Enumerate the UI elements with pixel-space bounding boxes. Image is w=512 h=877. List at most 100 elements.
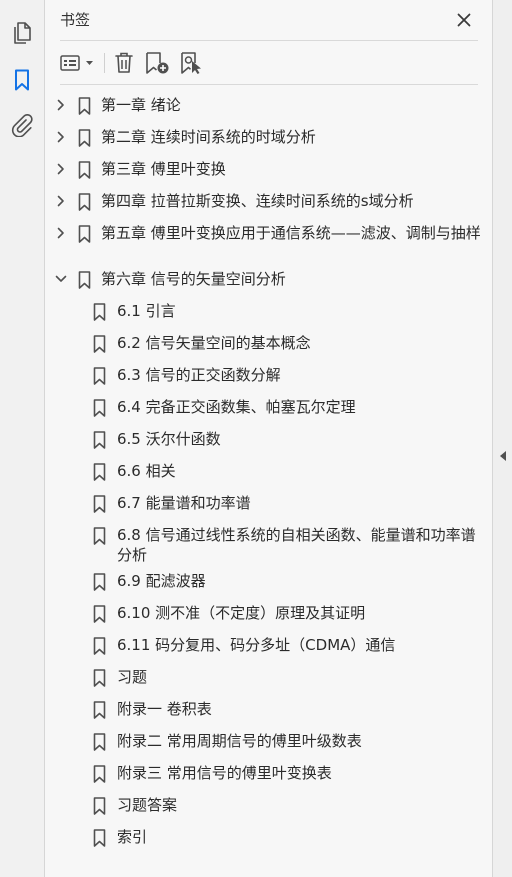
bookmarks-toolbar (45, 44, 492, 84)
bookmark-icon (93, 573, 106, 591)
new-bookmark-icon (146, 52, 169, 74)
bookmark-item[interactable]: 6.11 码分复用、码分多址（CDMA）通信 (45, 632, 492, 664)
bookmark-item[interactable]: 第五章 傅里叶变换应用于通信系统——滤波、调制与抽样 (45, 220, 492, 266)
bookmark-item[interactable]: 第六章 信号的矢量空间分析 (45, 266, 492, 298)
bookmark-item[interactable]: 6.4 完备正交函数集、帕塞瓦尔定理 (45, 394, 492, 426)
bookmark-icon (93, 765, 106, 783)
bookmark-label: 6.2 信号矢量空间的基本概念 (117, 334, 311, 352)
bookmark-icon (93, 637, 106, 655)
bookmarks-icon[interactable] (9, 67, 35, 93)
bookmark-from-selection-button[interactable] (179, 50, 205, 76)
chevron-right-icon[interactable] (54, 130, 68, 144)
bookmark-item[interactable]: 附录二 常用周期信号的傅里叶级数表 (45, 728, 492, 760)
bookmark-item[interactable]: 6.6 相关 (45, 458, 492, 490)
bookmark-icon (78, 225, 91, 243)
bookmark-label: 附录一 卷积表 (117, 700, 212, 718)
collapse-panel-handle[interactable] (499, 451, 507, 461)
bookmark-icon (93, 527, 106, 545)
bookmark-item[interactable]: 第四章 拉普拉斯变换、连续时间系统的s域分析 (45, 188, 492, 220)
chevron-right-icon[interactable] (54, 162, 68, 176)
bookmark-label: 6.11 码分复用、码分多址（CDMA）通信 (117, 636, 396, 654)
bookmark-item[interactable]: 6.5 沃尔什函数 (45, 426, 492, 458)
bookmark-icon (93, 367, 106, 385)
chevron-right-icon[interactable] (54, 194, 68, 208)
bookmark-icon (93, 431, 106, 449)
bookmark-icon (78, 161, 91, 179)
bookmark-item[interactable]: 第二章 连续时间系统的时域分析 (45, 124, 492, 156)
bookmark-label: 第三章 傅里叶变换 (101, 160, 226, 178)
bookmark-item[interactable]: 6.3 信号的正交函数分解 (45, 362, 492, 394)
bookmark-item[interactable]: 附录一 卷积表 (45, 696, 492, 728)
bookmark-label: 索引 (117, 828, 148, 846)
bookmark-icon (93, 797, 106, 815)
bookmark-item[interactable]: 6.9 配滤波器 (45, 568, 492, 600)
bookmark-label: 附录二 常用周期信号的傅里叶级数表 (117, 732, 362, 750)
bookmark-label: 6.3 信号的正交函数分解 (117, 366, 281, 384)
attachments-icon[interactable] (9, 112, 35, 138)
bookmark-label: 习题答案 (117, 796, 178, 814)
bookmark-label: 6.6 相关 (117, 462, 176, 480)
panel-title: 书签 (60, 11, 91, 29)
bookmark-label: 6.5 沃尔什函数 (117, 430, 221, 448)
bookmark-label: 6.9 配滤波器 (117, 572, 206, 590)
bookmark-item[interactable]: 6.10 测不准（不定度）原理及其证明 (45, 600, 492, 632)
bookmark-label: 第五章 傅里叶变换应用于通信系统——滤波、调制与抽样 (101, 224, 481, 242)
bookmark-label: 第四章 拉普拉斯变换、连续时间系统的s域分析 (101, 192, 414, 210)
bookmark-item[interactable]: 6.2 信号矢量空间的基本概念 (45, 330, 492, 362)
bookmark-icon (78, 193, 91, 211)
close-icon (457, 13, 471, 27)
bookmark-icon (93, 701, 106, 719)
bookmark-icon (93, 605, 106, 623)
bookmark-icon (93, 669, 106, 687)
bookmark-item[interactable]: 6.8 信号通过线性系统的自相关函数、能量谱和功率谱分析 (45, 522, 492, 568)
bookmark-label: 6.10 测不准（不定度）原理及其证明 (117, 604, 366, 622)
bookmark-icon (93, 733, 106, 751)
bookmark-icon (93, 829, 106, 847)
delete-bookmark-button[interactable] (112, 50, 136, 76)
navigation-rail (0, 0, 45, 877)
bookmark-icon (78, 129, 91, 147)
bookmark-label: 第二章 连续时间系统的时域分析 (101, 128, 316, 146)
triangle-left-icon (500, 451, 506, 461)
bookmark-item[interactable]: 第三章 傅里叶变换 (45, 156, 492, 188)
document-edge-strip (492, 0, 512, 877)
bookmark-icon (93, 335, 106, 353)
new-bookmark-button[interactable] (145, 50, 171, 76)
divider (60, 84, 478, 85)
panel-header: 书签 (45, 0, 492, 40)
bookmark-icon (93, 463, 106, 481)
bookmark-item[interactable]: 第一章 绪论 (45, 92, 492, 124)
bookmark-label: 6.4 完备正交函数集、帕塞瓦尔定理 (117, 398, 356, 416)
bookmark-icon (93, 399, 106, 417)
bookmarks-panel: 书签 第一章 绪论 第二章 连续时间系统的时域分析 第三章 傅里叶变换 第四章 … (45, 0, 492, 877)
bookmark-label: 附录三 常用信号的傅里叶变换表 (117, 764, 332, 782)
toolbar-separator (104, 53, 105, 73)
bookmark-item[interactable]: 附录三 常用信号的傅里叶变换表 (45, 760, 492, 792)
bookmark-item[interactable]: 习题 (45, 664, 492, 696)
bookmark-label: 6.7 能量谱和功率谱 (117, 494, 251, 512)
bookmark-item[interactable]: 6.7 能量谱和功率谱 (45, 490, 492, 522)
list-options-icon (60, 55, 93, 71)
close-button[interactable] (453, 9, 475, 31)
divider (60, 40, 478, 41)
pages-icon[interactable] (9, 20, 35, 46)
bookmark-label: 6.8 信号通过线性系统的自相关函数、能量谱和功率谱分析 (117, 526, 476, 564)
chevron-right-icon[interactable] (54, 98, 68, 112)
bookmark-item[interactable]: 索引 (45, 824, 492, 856)
bookmark-label: 第一章 绪论 (101, 96, 181, 114)
bookmarks-window: 书签 第一章 绪论 第二章 连续时间系统的时域分析 第三章 傅里叶变换 第四章 … (0, 0, 512, 877)
bookmark-icon (78, 97, 91, 115)
bookmark-select-icon (181, 52, 201, 74)
bookmark-label: 6.1 引言 (117, 302, 176, 320)
options-menu-button[interactable] (59, 50, 97, 76)
bookmark-item[interactable]: 习题答案 (45, 792, 492, 824)
chevron-down-icon[interactable] (54, 272, 68, 286)
bookmark-label: 第六章 信号的矢量空间分析 (101, 270, 286, 288)
bookmark-item[interactable]: 6.1 引言 (45, 298, 492, 330)
trash-icon (115, 52, 133, 73)
bookmark-icon (78, 271, 91, 289)
bookmark-label: 习题 (117, 668, 148, 686)
chevron-right-icon[interactable] (54, 226, 68, 240)
bookmark-icon (93, 495, 106, 513)
bookmark-icon (93, 303, 106, 321)
